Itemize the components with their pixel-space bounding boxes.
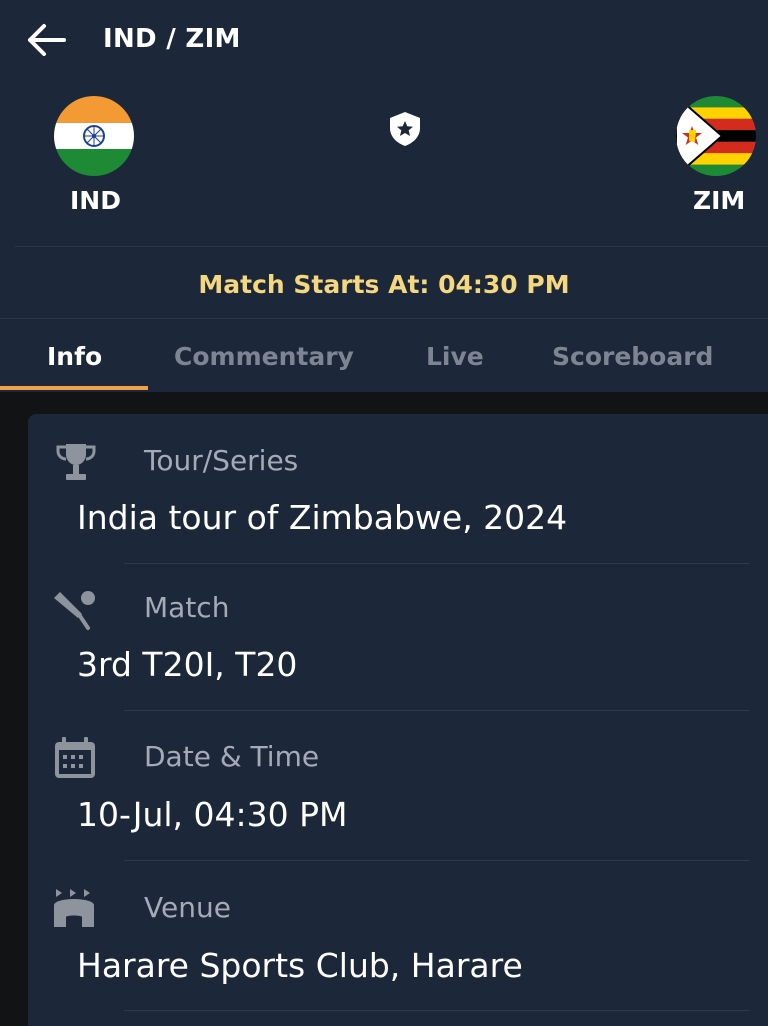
row-divider: [124, 860, 749, 861]
header-divider: [14, 246, 768, 247]
series-value: India tour of Zimbabwe, 2024: [77, 498, 568, 537]
row-divider: [124, 710, 749, 711]
trophy-icon: [56, 444, 96, 480]
tabs-divider: [0, 318, 768, 319]
cricket-bat-icon: [54, 591, 95, 630]
india-flag-icon: [54, 96, 134, 176]
match-screen: IND / ZIM IND ZIM Match Starts At: 04:30…: [0, 0, 768, 1026]
tab-live[interactable]: Live: [426, 342, 484, 371]
series-label: Tour/Series: [144, 444, 299, 477]
venue-value: Harare Sports Club, Harare: [77, 946, 523, 985]
tab-info[interactable]: Info: [47, 342, 102, 371]
page-title: IND / ZIM: [103, 24, 241, 54]
row-divider: [124, 563, 749, 564]
row-divider: [124, 1010, 749, 1011]
tab-scoreboard[interactable]: Scoreboard: [552, 342, 713, 371]
stadium-icon: [54, 889, 94, 927]
zimbabwe-flag-icon: [676, 96, 756, 176]
venue-label: Venue: [144, 891, 231, 924]
datetime-value: 10-Jul, 04:30 PM: [77, 795, 348, 834]
away-team-label: ZIM: [693, 186, 746, 215]
active-tab-indicator: [0, 386, 148, 390]
shield-star-icon[interactable]: [387, 110, 423, 148]
datetime-label: Date & Time: [144, 740, 320, 773]
calendar-icon: [55, 737, 95, 778]
back-arrow-icon[interactable]: [26, 22, 66, 58]
tab-commentary[interactable]: Commentary: [174, 342, 354, 371]
match-header: IND / ZIM IND ZIM Match Starts At: 04:30…: [0, 0, 768, 392]
match-label: Match: [144, 591, 230, 624]
home-team-label: IND: [70, 186, 121, 215]
match-start-time: Match Starts At: 04:30 PM: [198, 270, 570, 299]
match-info-card: Tour/Series India tour of Zimbabwe, 2024…: [28, 414, 768, 1026]
match-value: 3rd T20I, T20: [77, 645, 298, 684]
